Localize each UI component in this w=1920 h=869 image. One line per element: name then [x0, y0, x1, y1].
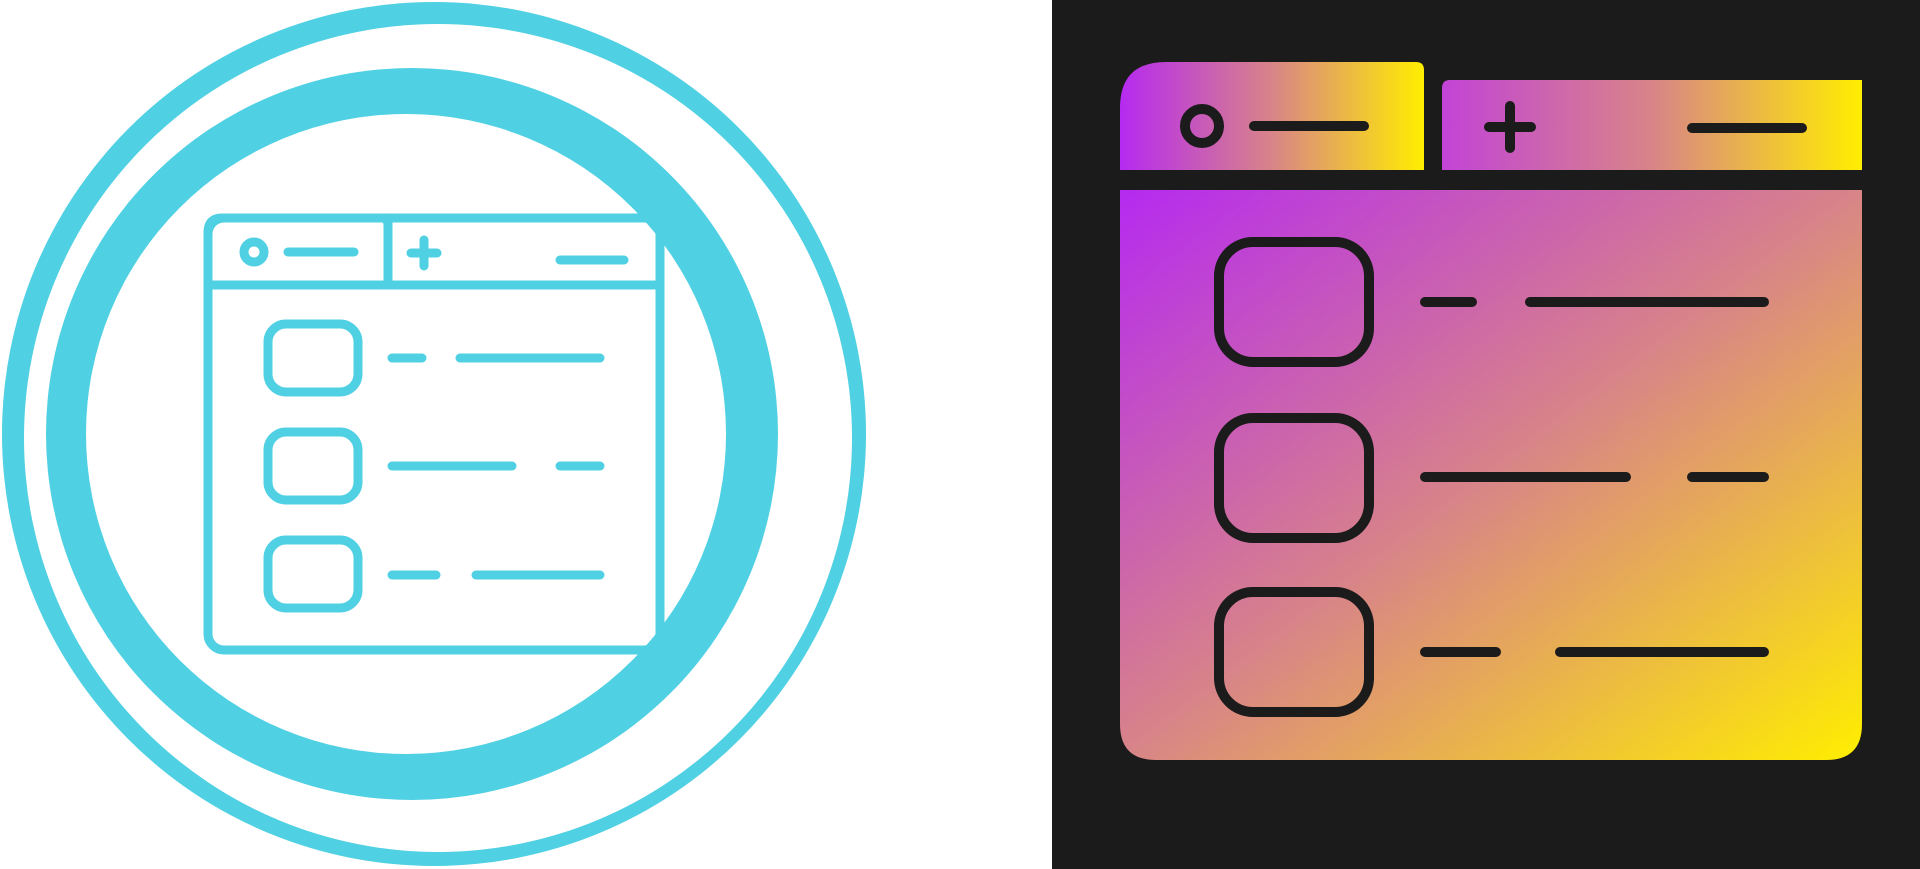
icon-showcase	[0, 0, 1920, 869]
tab-1-shape	[1120, 62, 1424, 170]
ring-decoration	[2, 2, 866, 866]
outline-browser-icon	[2, 2, 866, 866]
gradient-browser-icon	[1120, 62, 1862, 760]
gradient-icon-panel	[1052, 0, 1920, 869]
outline-icon-panel	[0, 0, 1052, 869]
